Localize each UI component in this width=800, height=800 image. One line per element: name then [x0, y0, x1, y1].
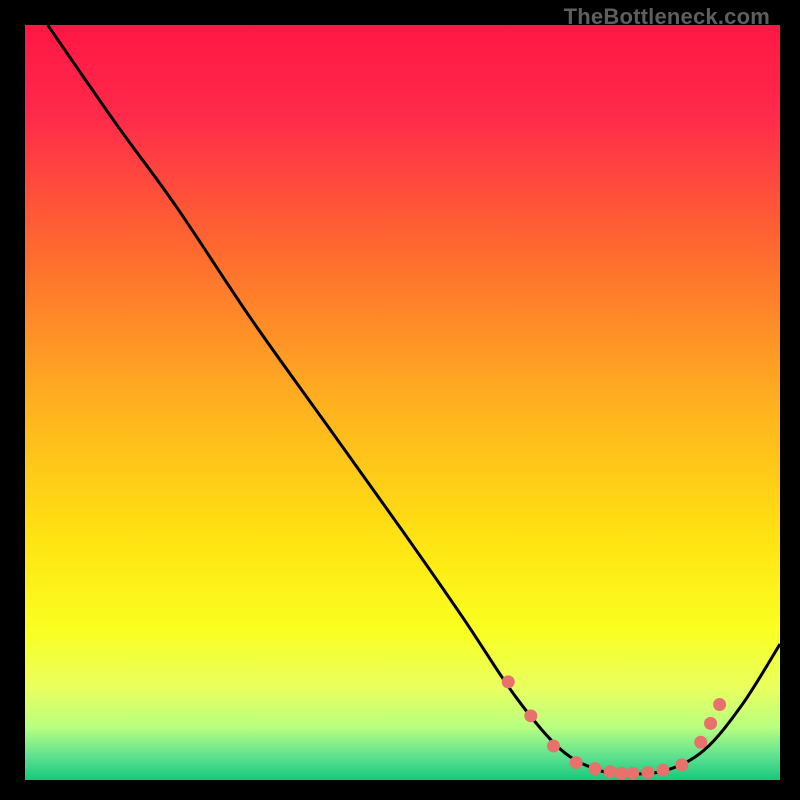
chart-svg [25, 25, 780, 780]
data-marker [524, 709, 537, 722]
data-marker [675, 758, 688, 771]
data-marker [713, 698, 726, 711]
data-marker [694, 736, 707, 749]
data-marker [704, 717, 717, 730]
chart-frame: TheBottleneck.com [0, 0, 800, 800]
data-marker [626, 767, 639, 780]
data-marker [656, 764, 669, 777]
data-marker [615, 767, 628, 780]
data-marker [589, 762, 602, 775]
data-marker [502, 675, 515, 688]
data-marker [604, 765, 617, 778]
data-marker [570, 756, 583, 769]
plot-area [25, 25, 780, 780]
gradient-background [25, 25, 780, 780]
data-marker [641, 766, 654, 779]
data-marker [547, 740, 560, 753]
